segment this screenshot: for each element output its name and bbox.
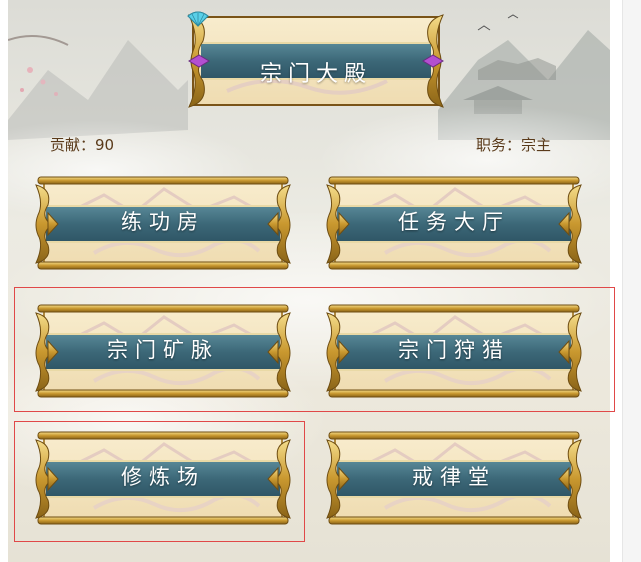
scrollbar-track[interactable] <box>622 0 641 562</box>
fan-icon <box>187 11 209 27</box>
position-stat: 职务：宗主 <box>476 134 551 155</box>
hall-button-discipline-hall[interactable]: 戒律堂 <box>325 430 583 526</box>
page: 宗门大殿 贡献：90 职务：宗主 练功房 任务大厅 宗门矿脉 宗门狩猎 修炼场 … <box>0 0 641 562</box>
hall-button-sect-mine[interactable]: 宗门矿脉 <box>34 303 292 399</box>
hall-button-training-room[interactable]: 练功房 <box>34 175 292 271</box>
hall-label: 修炼场 <box>121 465 205 489</box>
hall-button-mission-hall[interactable]: 任务大厅 <box>325 175 583 271</box>
contribution-value: 90 <box>95 136 115 154</box>
contribution-stat: 贡献：90 <box>50 134 114 155</box>
hall-label: 宗门矿脉 <box>107 338 219 362</box>
hall-label: 宗门狩猎 <box>398 338 510 362</box>
position-value: 宗主 <box>520 136 551 154</box>
hall-label: 任务大厅 <box>398 210 510 234</box>
hall-label: 练功房 <box>121 210 205 234</box>
hall-label: 戒律堂 <box>412 465 496 489</box>
sect-hall-screen: 宗门大殿 贡献：90 职务：宗主 练功房 任务大厅 宗门矿脉 宗门狩猎 修炼场 … <box>8 0 610 562</box>
hall-button-cultivation-ground[interactable]: 修炼场 <box>34 430 292 526</box>
page-title: 宗门大殿 <box>259 62 372 87</box>
hall-button-sect-hunt[interactable]: 宗门狩猎 <box>325 303 583 399</box>
contribution-label: 贡献： <box>50 136 96 154</box>
position-label: 职务： <box>475 136 521 154</box>
title-plaque: 宗门大殿 <box>187 11 445 111</box>
